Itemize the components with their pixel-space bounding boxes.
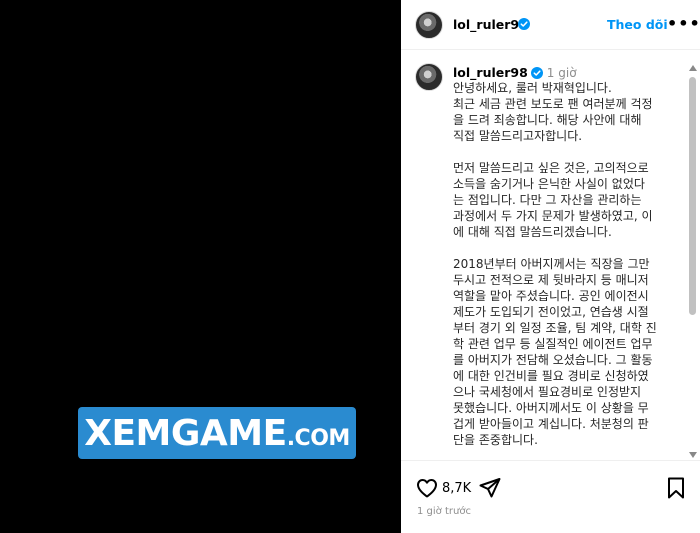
header-username[interactable]: lol_ruler98: [453, 17, 528, 32]
comment-username[interactable]: lol_ruler98: [453, 65, 528, 80]
caption-text: 안녕하세요, 룰러 박재혁입니다. 최근 세금 관련 보도로 팬 여러분께 걱정…: [453, 81, 657, 447]
post-timestamp: 1 giờ trước: [417, 506, 471, 517]
post-header: lol_ruler98 Theo dõi •••: [401, 0, 700, 50]
bookmark-icon[interactable]: [666, 476, 686, 500]
post-actions: 8,7K 1 giờ trước: [401, 460, 700, 533]
heart-icon[interactable]: [415, 476, 439, 500]
follow-button[interactable]: Theo dõi: [607, 17, 668, 32]
xemgame-watermark: XEMGAME .COM: [78, 407, 356, 459]
share-icon[interactable]: [478, 476, 502, 500]
post-media: XEMGAME .COM: [0, 0, 401, 533]
scroll-thumb[interactable]: [689, 77, 696, 315]
verified-badge-icon: [518, 18, 530, 30]
like-count[interactable]: 8,7K: [442, 481, 471, 496]
post-sidebar: lol_ruler98 Theo dõi ••• lol_ruler98 1 gi…: [401, 0, 700, 533]
watermark-main: XEMGAME: [84, 412, 287, 454]
comment-head: lol_ruler98 1 giờ: [453, 65, 577, 80]
comment-time: 1 giờ: [546, 66, 577, 80]
caption-comment: lol_ruler98 1 giờ 안녕하세요, 룰러 박재혁입니다. 최근 세금…: [401, 51, 700, 460]
more-options-icon[interactable]: •••: [667, 14, 700, 33]
verified-badge-icon: [530, 67, 543, 79]
comment-avatar[interactable]: [415, 63, 443, 91]
watermark-suffix: .COM: [286, 425, 351, 451]
scroll-down-arrow-icon[interactable]: [689, 452, 697, 458]
avatar[interactable]: [415, 11, 443, 39]
scroll-up-arrow-icon[interactable]: [689, 65, 697, 71]
comments-scrollbar[interactable]: [689, 55, 697, 460]
